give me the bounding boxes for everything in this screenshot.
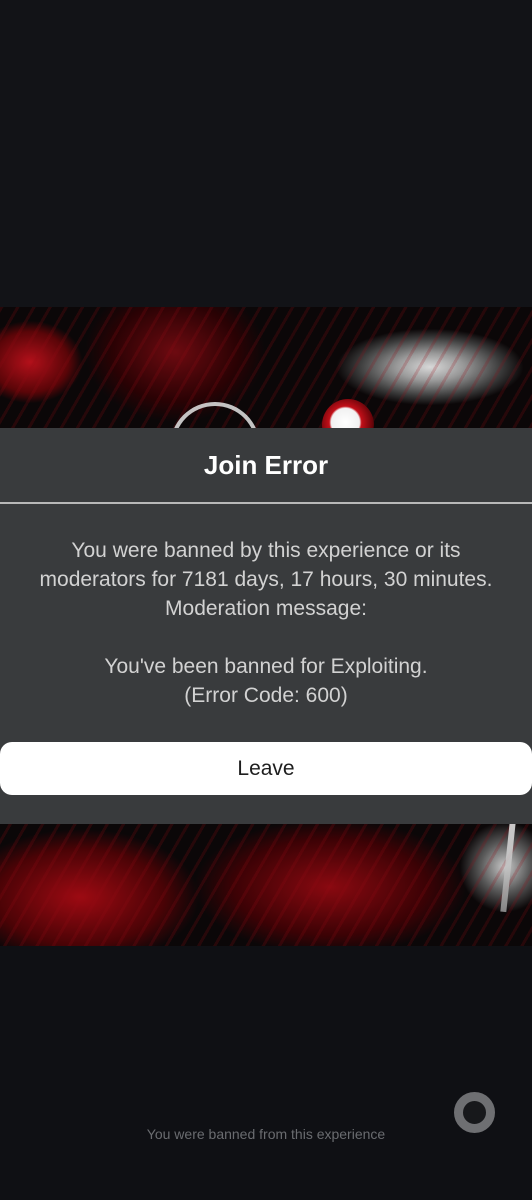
moderation-reason: You've been banned for Exploiting.: [104, 655, 428, 678]
dialog-divider: [0, 502, 532, 504]
message-spacer: [10, 623, 522, 652]
message-line: Moderation message:: [165, 597, 367, 620]
screen: Join Error You were banned by this exper…: [0, 0, 532, 1200]
error-code: (Error Code: 600): [184, 684, 348, 707]
status-text: You were banned from this experience: [146, 1126, 386, 1142]
leave-button[interactable]: Leave: [0, 742, 532, 795]
join-error-dialog: Join Error You were banned by this exper…: [0, 428, 532, 824]
message-line: moderators for 7181 days, 17 hours, 30 m…: [39, 568, 493, 591]
message-line: You were banned by this experience or it…: [71, 539, 461, 562]
dialog-title: Join Error: [203, 449, 329, 480]
top-backdrop: [0, 0, 532, 307]
error-message: You were banned by this experience or it…: [10, 536, 522, 710]
bottom-backdrop: [0, 946, 532, 1200]
